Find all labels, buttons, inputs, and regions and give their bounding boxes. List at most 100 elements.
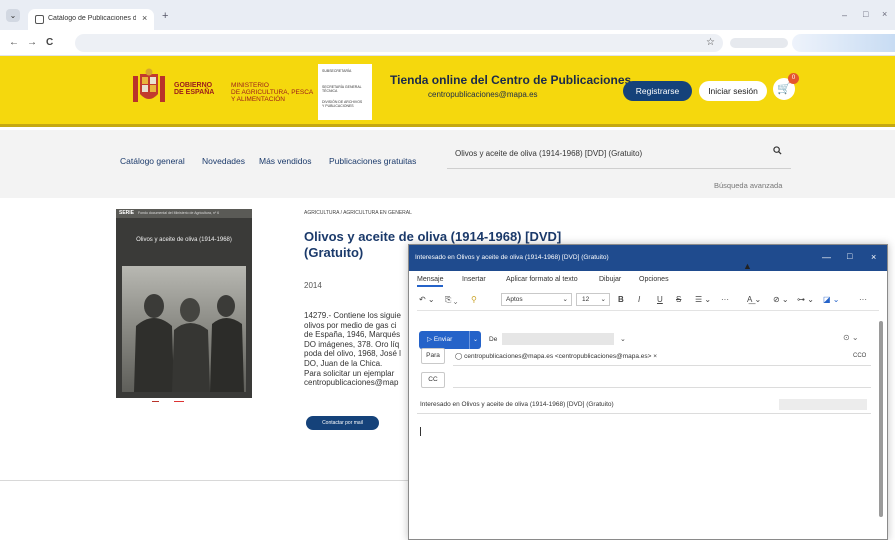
tab-close-icon[interactable]: × (142, 13, 147, 23)
send-options-chevron-icon[interactable]: ⌄ (469, 331, 481, 349)
tab-formato[interactable]: Aplicar formato al texto (506, 276, 578, 283)
chevron-down-icon: ⌄ (562, 296, 568, 303)
gobierno-line: DE ESPAÑA (174, 89, 215, 96)
list-icon[interactable]: ☰ ⌄ (695, 295, 711, 304)
from-account-field[interactable] (502, 333, 614, 345)
mouse-cursor-icon: ▲ (743, 261, 752, 271)
editor-icon[interactable]: ◪ ⌄ (823, 295, 839, 304)
breadcrumb[interactable]: AGRICULTURA / AGRICULTURA EN GENERAL (304, 210, 412, 216)
sensitivity-icon[interactable]: ⊙ ⌄ (843, 333, 859, 342)
search-icon[interactable] (773, 146, 782, 155)
page-divider (0, 480, 408, 481)
cart-count-badge: 0 (788, 73, 799, 84)
store-email[interactable]: centropublicaciones@mapa.es (428, 90, 538, 99)
tab-insertar[interactable]: Insertar (462, 276, 486, 283)
underline-icon[interactable]: U (657, 295, 663, 304)
to-recipient-text: centropublicaciones@mapa.es <centropubli… (464, 353, 652, 360)
advanced-search-link[interactable]: Búsqueda avanzada (714, 181, 782, 190)
font-size-select[interactable]: 12 ⌄ (576, 293, 610, 306)
login-button[interactable]: Iniciar sesión (699, 81, 767, 101)
reload-icon[interactable]: C (46, 37, 53, 48)
ministerio-line: DE AGRICULTURA, PESCA (231, 89, 314, 96)
extension-area[interactable] (730, 38, 788, 48)
search-input[interactable]: Olivos y aceite de oliva (1914-1968) [DV… (455, 149, 642, 158)
back-arrow-icon[interactable]: ← (9, 37, 19, 48)
cc-button[interactable]: CC (421, 372, 445, 388)
contact-by-mail-button[interactable]: Contactar por mail (306, 416, 379, 430)
browser-tab[interactable]: Catálogo de Publicaciones del × (28, 9, 154, 30)
format-painter-icon[interactable]: ⚲ (471, 295, 477, 304)
chevron-down-icon: ⌄ (600, 296, 606, 303)
from-label: De (489, 336, 498, 343)
compose-minimize-button[interactable]: — (822, 252, 831, 262)
gobierno-line: GOBIERNO (174, 82, 213, 89)
product-cover-image: SERIE Fondo documental del Ministerio de… (116, 209, 252, 402)
more-icon[interactable]: ··· (721, 295, 729, 304)
subsec-line: SUBSECRETARÍA (322, 69, 352, 73)
subsec-line: Y PUBLICACIONES (322, 104, 354, 108)
subject-input[interactable]: Interesado en Olivos y aceite de oliva (… (420, 401, 614, 408)
ministerio-line: MINISTERIO (231, 82, 269, 89)
description-line: olivos por medio de gas ci (304, 320, 397, 330)
ribbon-more-icon[interactable]: ··· (859, 295, 867, 304)
attach-icon[interactable]: ⊘ ⌄ (773, 295, 789, 304)
body-text-caret[interactable] (420, 427, 421, 436)
favicon-icon (35, 15, 44, 24)
new-tab-button[interactable]: + (162, 10, 168, 22)
profile-area[interactable] (792, 34, 895, 52)
browser-tab-bar: ⌄ Catálogo de Publicaciones del × + – □ … (0, 0, 895, 30)
cover-footer (116, 398, 252, 402)
nav-link-gratuitas[interactable]: Publicaciones gratuitas (329, 156, 416, 166)
address-bar[interactable]: ☆ (75, 34, 723, 52)
cover-serie-label: SERIE (119, 210, 135, 216)
styles-icon[interactable]: A͟ ⌄ (747, 295, 761, 304)
window-minimize-button[interactable]: – (842, 10, 847, 20)
cover-serie-text: Fondo documental del Ministerio de Agric… (138, 211, 220, 215)
bookmark-star-icon[interactable]: ☆ (706, 37, 715, 48)
cc-input[interactable] (453, 387, 871, 388)
ministerio-logo-text: MINISTERIO DE AGRICULTURA, PESCA Y ALIME… (231, 82, 313, 103)
nav-link-catalogo[interactable]: Catálogo general (120, 156, 185, 166)
search-underline (447, 168, 791, 169)
to-recipient-chip[interactable]: ◯ centropublicaciones@mapa.es <centropub… (455, 352, 657, 360)
tab-opciones[interactable]: Opciones (639, 276, 669, 283)
cover-title: Olivos y aceite de oliva (1914-1968) (136, 237, 232, 243)
tab-mensaje[interactable]: Mensaje (417, 276, 444, 287)
bcc-button[interactable]: CCO (853, 353, 866, 359)
clipboard-icon[interactable]: ⎘ ⌄ (445, 295, 457, 305)
coat-of-arms-logo (133, 68, 165, 102)
description-line[interactable]: centropublicaciones@map (304, 378, 408, 388)
tab-dibujar[interactable]: Dibujar (599, 276, 621, 283)
cover-logo-icon (152, 401, 159, 402)
font-size-value: 12 (582, 296, 590, 303)
undo-icon[interactable]: ↶ ⌄ (419, 295, 435, 304)
link-icon[interactable]: ⊶ ⌄ (797, 295, 814, 304)
font-family-select[interactable]: Aptos ⌄ (501, 293, 572, 306)
compose-close-button[interactable]: × (871, 252, 876, 262)
tab-title: Catálogo de Publicaciones del (48, 15, 136, 22)
nav-link-novedades[interactable]: Novedades (202, 156, 245, 166)
strikethrough-icon[interactable]: S (676, 295, 681, 304)
italic-icon[interactable]: I (638, 295, 640, 304)
email-compose-window: Interesado en Olivos y aceite de oliva (… (408, 244, 888, 540)
compose-ribbon: ↶ ⌄ ⎘ ⌄ ⚲ Aptos ⌄ 12 ⌄ B I U S ☰ ⌄ ··· A͟ … (417, 289, 879, 311)
window-maximize-button[interactable]: □ (863, 9, 868, 19)
tab-search-menu-button[interactable]: ⌄ (6, 9, 20, 22)
window-close-button[interactable]: × (882, 9, 887, 19)
compose-maximize-button[interactable]: □ (847, 251, 852, 261)
forward-arrow-icon[interactable]: → (27, 37, 37, 48)
register-button[interactable]: Registrarse (623, 81, 692, 101)
subject-underline (417, 413, 871, 414)
send-label: Enviar (433, 336, 453, 343)
product-year: 2014 (304, 281, 322, 290)
bold-icon[interactable]: B (618, 295, 624, 304)
chevron-down-icon[interactable]: ⌄ (620, 335, 626, 343)
to-button[interactable]: Para (421, 348, 445, 364)
store-title: Tienda online del Centro de Publicacione… (390, 73, 632, 87)
compose-scrollbar[interactable] (879, 321, 883, 517)
nav-link-mas-vendidos[interactable]: Más vendidos (259, 156, 311, 166)
cover-header-strip: SERIE Fondo documental del Ministerio de… (116, 209, 252, 218)
compose-titlebar[interactable]: Interesado en Olivos y aceite de oliva (… (409, 245, 887, 271)
subject-extra (779, 399, 867, 410)
product-description: 14279.- Contiene los siguie olivos por m… (304, 311, 408, 391)
